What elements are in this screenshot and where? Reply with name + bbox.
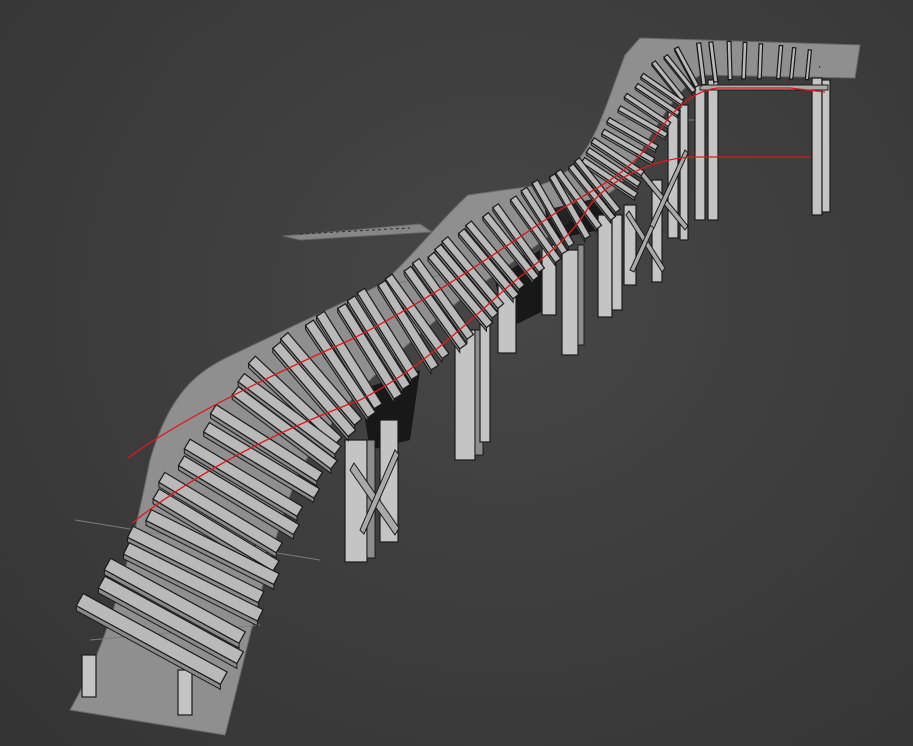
step-leg — [81, 654, 97, 698]
deck-plank — [757, 43, 764, 80]
deck-plank — [741, 41, 748, 80]
scene — [69, 37, 861, 736]
support-post — [811, 77, 823, 216]
support-post — [611, 214, 623, 311]
support-post — [561, 249, 579, 356]
support-post — [479, 319, 491, 443]
support-post — [694, 84, 706, 221]
support-post — [577, 244, 585, 346]
support-post — [821, 79, 831, 213]
3d-viewport[interactable] — [0, 0, 913, 746]
support-post — [597, 214, 613, 318]
support-post — [707, 79, 719, 221]
step-leg — [177, 669, 193, 716]
ground-plane-fragment — [282, 223, 434, 241]
support-post — [344, 439, 368, 563]
deck-plank — [726, 40, 733, 81]
